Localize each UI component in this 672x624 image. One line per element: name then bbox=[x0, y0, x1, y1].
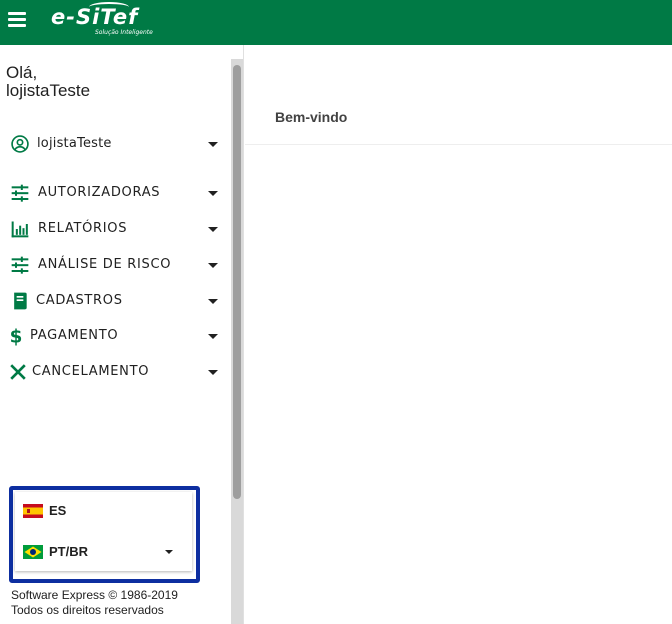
sidebar-item-label: AUTORIZADORAS bbox=[38, 185, 161, 200]
chevron-down-icon bbox=[208, 142, 218, 147]
chevron-down-icon bbox=[208, 299, 218, 304]
sidebar-scrollbar[interactable] bbox=[231, 59, 243, 624]
page-title: Bem-vindo bbox=[275, 109, 348, 125]
close-x-icon bbox=[10, 364, 26, 380]
sidebar-item-label: PAGAMENTO bbox=[30, 328, 119, 343]
sidebar-item-cadastros[interactable]: CADASTROS bbox=[0, 286, 230, 316]
dollar-sign-icon: $ bbox=[10, 327, 23, 346]
tune-sliders-icon bbox=[11, 184, 29, 202]
sidebar-item-label: RELATÓRIOS bbox=[38, 221, 128, 236]
language-option-es[interactable]: ES bbox=[15, 496, 192, 524]
sidebar-item-pagamento[interactable]: $ PAGAMENTO bbox=[0, 321, 230, 351]
scrollbar-thumb[interactable] bbox=[233, 65, 241, 499]
sidebar-item-label: CANCELAMENTO bbox=[32, 364, 150, 379]
greeting-username: lojistaTeste bbox=[6, 81, 91, 100]
chevron-down-icon bbox=[208, 263, 218, 268]
sidebar-item-cancelamento[interactable]: CANCELAMENTO bbox=[0, 357, 230, 387]
chevron-down-icon bbox=[208, 191, 218, 196]
chevron-down-icon bbox=[208, 227, 218, 232]
sidebar: Olá, lojistaTeste lojistaTeste AUTORIZAD… bbox=[0, 45, 244, 624]
language-menu: ES PT/BR bbox=[15, 492, 192, 571]
main-content: Bem-vindo bbox=[245, 45, 672, 624]
rights-line: Todos os direitos reservados bbox=[11, 603, 164, 617]
sidebar-item-label: CADASTROS bbox=[36, 293, 123, 308]
footer-copyright: Software Express © 1986-2019 Todos os di… bbox=[11, 588, 178, 618]
logo-tagline: Solução Inteligente bbox=[95, 29, 153, 36]
esitef-logo[interactable]: e-SiTef Solução Inteligente bbox=[51, 2, 153, 36]
language-label: ES bbox=[49, 503, 67, 518]
chevron-down-icon[interactable] bbox=[165, 550, 173, 554]
sidebar-item-relatorios[interactable]: RELATÓRIOS bbox=[0, 214, 230, 244]
tune-sliders-icon bbox=[11, 256, 29, 274]
top-app-bar: e-SiTef Solução Inteligente bbox=[0, 0, 672, 45]
language-selector-highlight: ES PT/BR bbox=[9, 486, 200, 583]
divider bbox=[245, 144, 672, 145]
brazil-flag-icon bbox=[23, 545, 43, 559]
greeting: Olá, lojistaTeste bbox=[6, 64, 90, 100]
svg-text:$: $ bbox=[10, 327, 23, 346]
spain-flag-icon bbox=[23, 504, 43, 518]
copyright-line: Software Express © 1986-2019 bbox=[11, 588, 178, 602]
sidebar-item-label: ANÁLISE DE RISCO bbox=[38, 257, 172, 272]
language-option-ptbr[interactable]: PT/BR bbox=[15, 537, 192, 565]
user-label: lojistaTeste bbox=[37, 136, 112, 151]
chevron-down-icon bbox=[208, 370, 218, 375]
greeting-hello: Olá, bbox=[6, 63, 38, 82]
account-circle-icon bbox=[11, 135, 29, 153]
book-icon bbox=[14, 292, 27, 310]
sidebar-item-user[interactable]: lojistaTeste bbox=[0, 129, 230, 159]
sidebar-item-analise-de-risco[interactable]: ANÁLISE DE RISCO bbox=[0, 250, 230, 280]
sidebar-item-autorizadoras[interactable]: AUTORIZADORAS bbox=[0, 178, 230, 208]
hamburger-menu-icon[interactable] bbox=[8, 12, 26, 28]
chevron-down-icon bbox=[208, 334, 218, 339]
bar-chart-icon bbox=[11, 221, 29, 238]
language-label: PT/BR bbox=[49, 544, 88, 559]
